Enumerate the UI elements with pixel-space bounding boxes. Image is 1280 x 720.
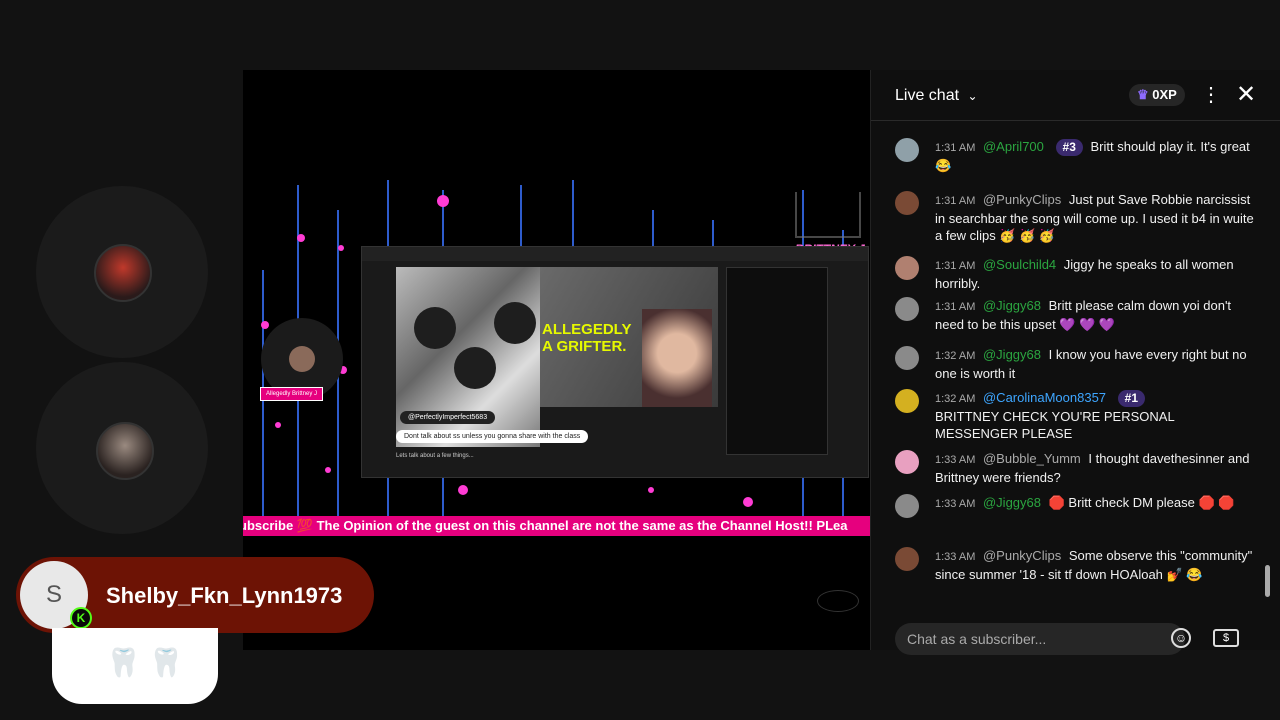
message-text: I know you have every right but no one i… bbox=[935, 347, 1247, 381]
chat-scrollbar[interactable] bbox=[1265, 565, 1270, 597]
callout-text: Dont talk about ss unless you gonna shar… bbox=[396, 430, 589, 443]
message-author[interactable]: @CarolinaMoon8357 bbox=[983, 390, 1106, 405]
host-tag: Allegedly Brittney J bbox=[260, 387, 324, 401]
kick-badge-icon: K bbox=[70, 607, 92, 629]
message-time: 1:31 AM bbox=[935, 142, 976, 154]
chat-title-dropdown[interactable]: Live chat ⌄ bbox=[895, 87, 978, 105]
host-avatar bbox=[289, 346, 315, 372]
avatar bbox=[895, 138, 919, 162]
message-author[interactable]: @Jiggy68 bbox=[983, 347, 1041, 362]
chat-title: Live chat bbox=[895, 87, 960, 104]
circle-button bbox=[454, 347, 496, 389]
message-time: 1:31 AM bbox=[935, 301, 976, 313]
avatar bbox=[895, 494, 919, 518]
corner-logo bbox=[817, 590, 859, 612]
message-time: 1:32 AM bbox=[935, 350, 976, 362]
more-options-icon[interactable]: ⋮ bbox=[1201, 82, 1221, 107]
message-text: 🛑 Britt check DM please 🛑 🛑 bbox=[1048, 495, 1235, 510]
message-text: Britt please calm down yoi don't need to… bbox=[935, 298, 1232, 332]
message-time: 1:31 AM bbox=[935, 260, 976, 272]
screen-caption: Lets talk about a few things... bbox=[396, 453, 474, 459]
tooth-emoji-icons: 🦷 🦷 bbox=[106, 647, 184, 678]
avatar bbox=[895, 346, 919, 370]
circle-button bbox=[494, 302, 536, 344]
avatar bbox=[895, 389, 919, 413]
message-text: BRITTNEY CHECK YOU'RE PERSONAL MESSENGER… bbox=[935, 409, 1175, 441]
crown-icon: ♛ bbox=[1137, 87, 1149, 102]
message-author[interactable]: @Soulchild4 bbox=[983, 257, 1056, 272]
xp-label: 0XP bbox=[1152, 87, 1177, 102]
chat-header: Live chat ⌄ ♛ 0XP ⋮ ✕ bbox=[871, 70, 1280, 121]
participant-bubble[interactable] bbox=[36, 362, 208, 534]
ticker-bar: ubscribe 💯 The Opinion of the guest on t… bbox=[243, 516, 870, 536]
chat-replay-panel bbox=[726, 267, 828, 455]
close-icon[interactable]: ✕ bbox=[1236, 80, 1256, 109]
message-time: 1:32 AM bbox=[935, 393, 976, 405]
viewer-name: Shelby_Fkn_Lynn1973 bbox=[106, 583, 343, 608]
message-time: 1:33 AM bbox=[935, 498, 976, 510]
message-author[interactable]: @PunkyClips bbox=[983, 192, 1061, 207]
shared-screen: ALLEGEDLY A GRIFTER. @PerfectlyImperfect… bbox=[361, 246, 869, 478]
badge-letter: K bbox=[76, 611, 86, 625]
participant-avatar bbox=[94, 244, 152, 302]
headline-line1: ALLEGEDLY bbox=[542, 321, 632, 338]
headline-line2: A GRIFTER. bbox=[542, 338, 627, 355]
avatar bbox=[895, 297, 919, 321]
yt-top-bar bbox=[362, 247, 868, 261]
message-author[interactable]: @Bubble_Yumm bbox=[983, 451, 1081, 466]
chevron-down-icon: ⌄ bbox=[967, 89, 978, 103]
avatar bbox=[895, 256, 919, 280]
viewer-initial: S bbox=[45, 581, 62, 608]
xp-badge[interactable]: ♛ 0XP bbox=[1129, 84, 1185, 106]
message-author[interactable]: @PunkyClips bbox=[983, 548, 1061, 563]
rank-badge: #1 bbox=[1117, 390, 1146, 407]
guest-photo bbox=[642, 309, 712, 407]
avatar bbox=[895, 191, 919, 215]
callout-user: @PerfectlyImperfect5683 bbox=[400, 411, 496, 424]
chat-input[interactable]: Chat as a subscriber... bbox=[895, 623, 1185, 655]
message-text: Jiggy he speaks to all women horribly. bbox=[935, 257, 1234, 291]
circle-button bbox=[414, 307, 456, 349]
message-author[interactable]: @Jiggy68 bbox=[983, 298, 1041, 313]
reaction-emoji-box: 🦷 🦷 bbox=[52, 628, 218, 704]
participant-avatar bbox=[96, 422, 154, 480]
message-author[interactable]: @April700 bbox=[983, 139, 1044, 154]
emoji-icon[interactable]: ☺ bbox=[1171, 628, 1191, 648]
ticker-text: ubscribe 💯 The Opinion of the guest on t… bbox=[243, 518, 848, 533]
avatar bbox=[895, 547, 919, 571]
participant-bubble[interactable] bbox=[36, 186, 208, 358]
super-chat-icon[interactable]: $ bbox=[1213, 629, 1239, 647]
message-time: 1:31 AM bbox=[935, 195, 976, 207]
message-time: 1:33 AM bbox=[935, 551, 976, 563]
message-time: 1:33 AM bbox=[935, 454, 976, 466]
crown-watermark bbox=[795, 192, 861, 238]
live-chat-panel: Live chat ⌄ ♛ 0XP ⋮ ✕ 1:31 AM @April700 … bbox=[870, 70, 1280, 655]
chat-messages: 1:31 AM @April700 #3 Britt should play i… bbox=[871, 122, 1280, 612]
viewer-name-tag: S K Shelby_Fkn_Lynn1973 bbox=[16, 557, 374, 633]
message-author[interactable]: @Jiggy68 bbox=[983, 495, 1041, 510]
avatar bbox=[895, 450, 919, 474]
rank-badge: #3 bbox=[1055, 139, 1083, 156]
